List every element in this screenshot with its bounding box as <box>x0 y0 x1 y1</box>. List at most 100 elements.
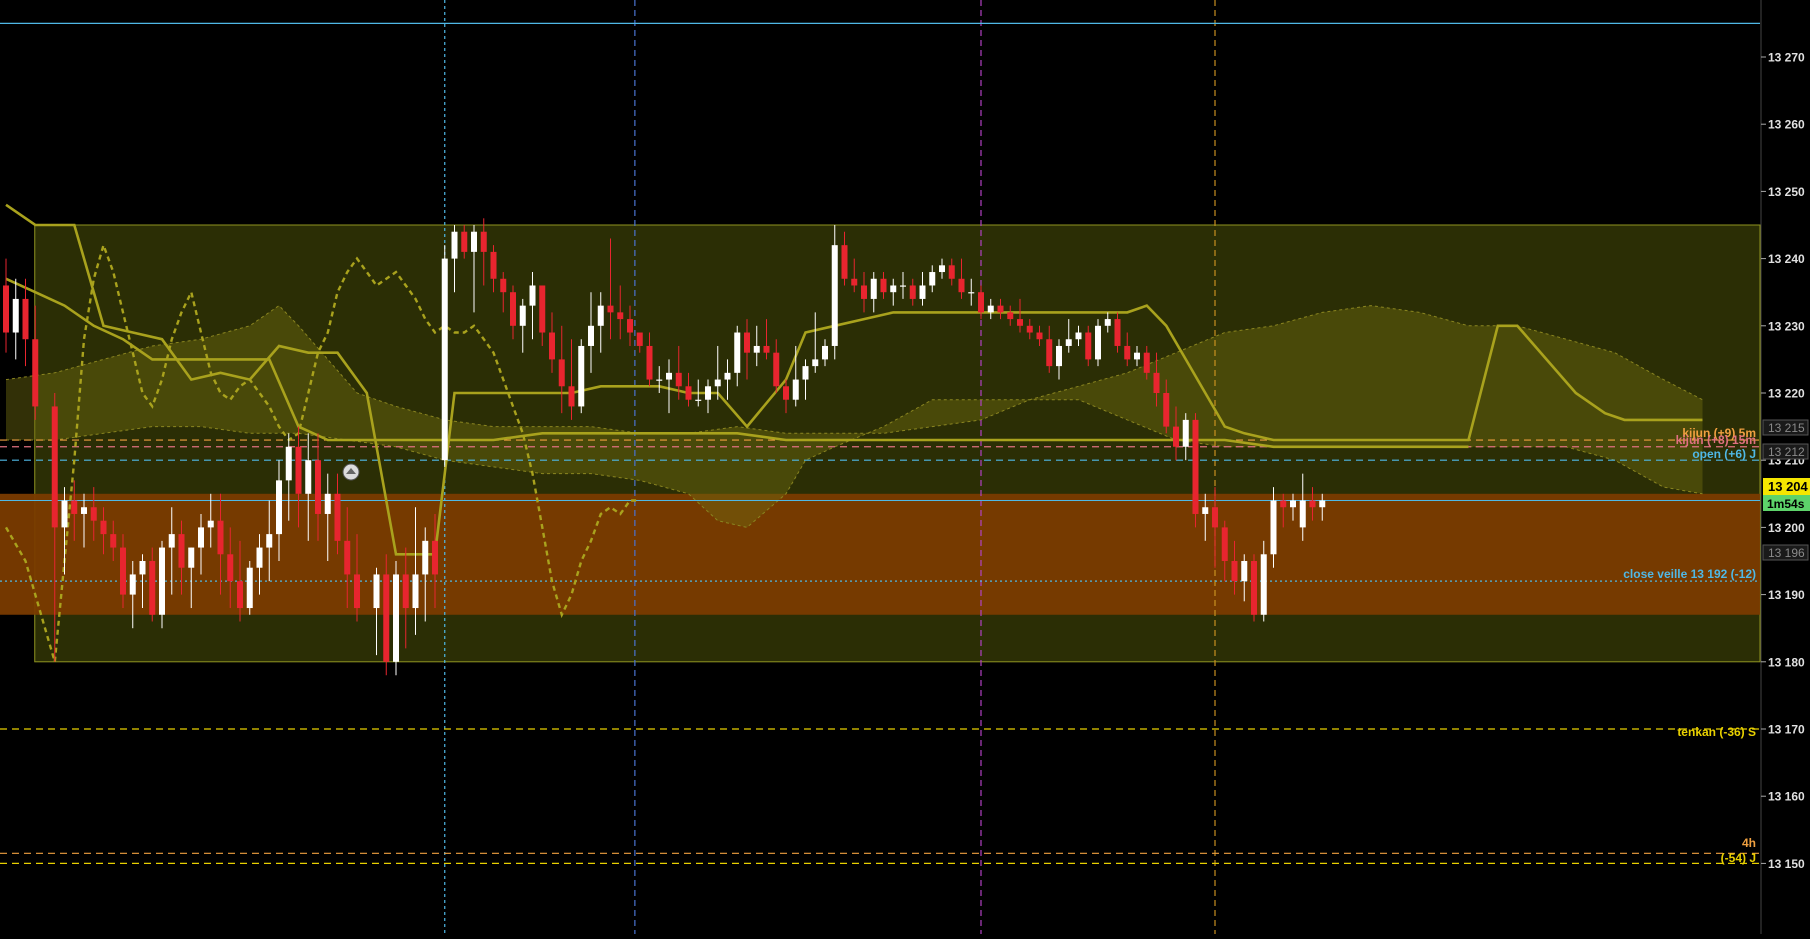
price-chart[interactable]: 13 270 13 260 13 250 13 240 13 230 13 220 13 2… <box>0 0 1810 934</box>
candle-body <box>607 305 614 313</box>
candle-body <box>900 285 906 287</box>
marker-circle[interactable] <box>342 463 360 481</box>
candle-body <box>529 285 536 306</box>
candle-body <box>831 245 838 346</box>
candle-body <box>276 480 282 535</box>
candle-body <box>1251 561 1257 615</box>
candle-body <box>100 520 107 535</box>
candle-body <box>1036 332 1043 340</box>
candle-body <box>705 386 711 400</box>
candle-body <box>695 399 702 401</box>
candle-body <box>451 231 458 259</box>
candle-body <box>724 372 731 380</box>
candle <box>1095 319 1101 367</box>
candle-body <box>471 231 477 252</box>
axis-tick-label: 13 160 <box>1768 790 1805 804</box>
axis-tick-label: 13 170 <box>1768 723 1805 737</box>
tenkan-s-label: tenkan (-36) S <box>1677 725 1756 739</box>
candle-body <box>744 332 750 353</box>
candle-body <box>753 345 760 353</box>
candle-body <box>1134 352 1140 360</box>
candle-body <box>909 285 916 299</box>
candle-body <box>227 554 234 582</box>
candle-body <box>1231 561 1238 582</box>
candle-body <box>61 500 68 528</box>
svg-text:13 212: 13 212 <box>1768 445 1805 459</box>
axis-tick-label: 13 200 <box>1768 521 1805 535</box>
candle-body <box>90 507 97 521</box>
candle-body <box>1007 312 1014 320</box>
candle-body <box>110 534 117 548</box>
candle-body <box>1153 372 1160 393</box>
candle-body <box>344 540 351 575</box>
candle-body <box>159 547 165 615</box>
current-price-box: 13 204 <box>1763 478 1810 495</box>
candle-body <box>237 581 243 609</box>
candle-body <box>783 386 789 400</box>
candle-body <box>334 493 341 541</box>
svg-text:13 204: 13 204 <box>1768 479 1809 494</box>
candle-body <box>1085 332 1092 360</box>
candle-body <box>1143 352 1150 373</box>
svg-text:1m54s: 1m54s <box>1767 497 1805 511</box>
axis-tick-label: 13 270 <box>1768 51 1805 65</box>
candle-body <box>393 574 399 662</box>
candle-body <box>627 319 633 333</box>
candle-body <box>939 265 945 273</box>
candle-body <box>568 386 575 407</box>
candle-body <box>441 258 448 461</box>
candle-body <box>978 292 984 313</box>
candle-body <box>129 574 136 595</box>
candle-body <box>870 278 877 299</box>
candle-body <box>81 507 87 514</box>
axis-tick-label: 13 150 <box>1768 857 1805 871</box>
candle-body <box>1309 500 1316 508</box>
candle-body <box>1075 332 1082 340</box>
candle-body <box>1114 319 1121 346</box>
candle-body <box>1046 339 1053 367</box>
candle-body <box>461 231 468 252</box>
candle-body <box>285 446 292 481</box>
candle-body <box>675 372 682 387</box>
axis-tick-label: 13 220 <box>1768 387 1805 401</box>
candle-body <box>861 285 867 299</box>
candle-body <box>188 547 195 568</box>
candle-body <box>588 325 594 346</box>
candle-body <box>812 359 819 367</box>
candle-body <box>1192 419 1199 514</box>
candle-body <box>422 540 429 575</box>
candle-body <box>12 298 19 333</box>
candle-body <box>1280 500 1287 508</box>
candle-body <box>822 345 828 360</box>
candle-body <box>851 278 858 286</box>
candle-body <box>1104 319 1111 326</box>
candle-body <box>383 574 390 662</box>
candle-body <box>1299 500 1306 528</box>
chart-area[interactable]: 13 270 13 260 13 250 13 240 13 230 13 220 13 2… <box>0 0 1810 934</box>
axis-tick-label: 13 180 <box>1768 655 1805 669</box>
candle-body <box>168 534 175 548</box>
candle-body <box>558 359 565 387</box>
candle-body <box>1017 319 1023 326</box>
candle-body <box>714 379 721 387</box>
candle-body <box>1124 345 1131 360</box>
candle-body <box>139 561 146 575</box>
orange-zone <box>0 493 1760 615</box>
candle-body <box>402 574 409 609</box>
candle-body <box>1290 500 1296 508</box>
candle-body <box>1056 345 1062 367</box>
candle-body <box>51 406 58 528</box>
candle-body <box>997 305 1004 313</box>
candle-body <box>792 379 799 400</box>
candle-body <box>948 265 955 279</box>
candle <box>246 561 253 615</box>
candle-body <box>929 272 936 286</box>
candle-body <box>1319 500 1326 508</box>
open-j-label: open (+6) J <box>1692 447 1756 461</box>
candle-body <box>958 278 965 293</box>
candle-body <box>373 574 380 609</box>
candle-body <box>1163 393 1170 427</box>
candle-body <box>763 345 770 353</box>
candle-body <box>646 345 653 380</box>
candle-body <box>890 285 897 293</box>
